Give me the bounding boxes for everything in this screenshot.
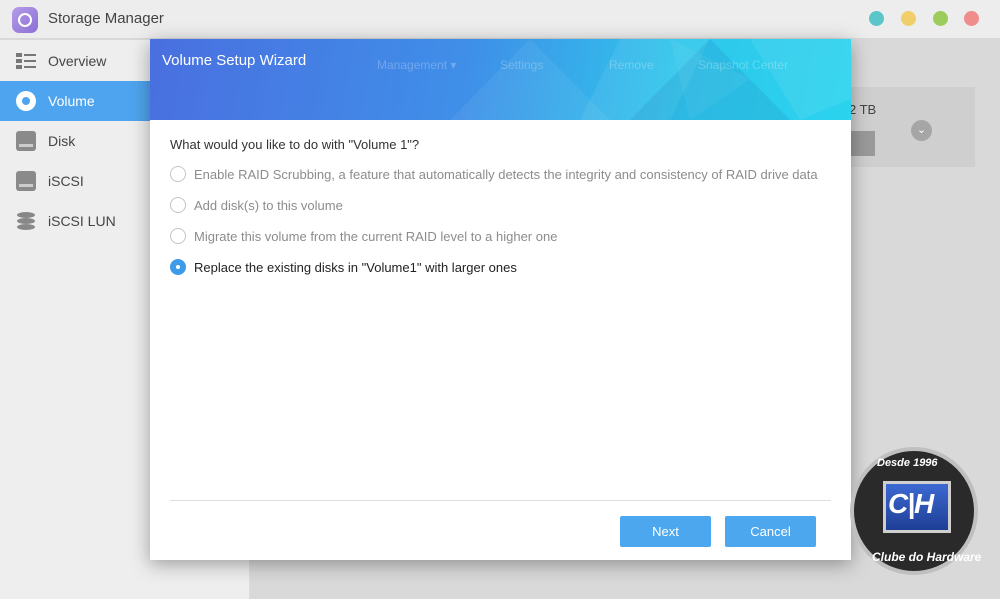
next-button[interactable]: Next bbox=[620, 516, 711, 547]
dialog-divider bbox=[170, 500, 831, 501]
dialog-title: Volume Setup Wizard bbox=[162, 52, 307, 69]
option-label: Enable RAID Scrubbing, a feature that au… bbox=[194, 166, 818, 182]
option-add-disks[interactable]: Add disk(s) to this volume bbox=[170, 195, 343, 215]
radio-button-selected[interactable] bbox=[170, 259, 186, 275]
watermark-bottom-text: Clube do Hardware bbox=[872, 550, 982, 564]
window-button-minimize[interactable] bbox=[901, 11, 916, 26]
window-button-maximize[interactable] bbox=[933, 11, 948, 26]
watermark-top-text: Desde 1996 bbox=[877, 457, 938, 469]
chevron-down-icon[interactable]: ⌄ bbox=[911, 120, 932, 141]
app-title: Storage Manager bbox=[48, 10, 164, 27]
volume-usage-bar bbox=[850, 131, 875, 156]
sidebar-item-label: Volume bbox=[48, 93, 95, 109]
volume-capacity: 2 TB bbox=[849, 102, 877, 117]
ghost-toolbar-item: Settings bbox=[500, 58, 544, 72]
option-migrate-raid[interactable]: Migrate this volume from the current RAI… bbox=[170, 226, 557, 246]
iscsi-icon bbox=[16, 171, 36, 191]
ghost-toolbar-item: Management ▾ bbox=[377, 58, 457, 72]
option-label: Add disk(s) to this volume bbox=[194, 197, 343, 213]
radio-button[interactable] bbox=[170, 197, 186, 213]
option-replace-disks[interactable]: Replace the existing disks in "Volume1" … bbox=[170, 257, 517, 277]
window-button-teal[interactable] bbox=[869, 11, 884, 26]
option-raid-scrubbing[interactable]: Enable RAID Scrubbing, a feature that au… bbox=[170, 164, 818, 184]
option-label: Migrate this volume from the current RAI… bbox=[194, 228, 558, 244]
overview-icon bbox=[16, 51, 36, 71]
storage-manager-app-icon bbox=[12, 7, 38, 33]
sidebar-item-label: Disk bbox=[48, 133, 76, 149]
watermark-logo-text: C|H bbox=[888, 488, 934, 519]
volume-setup-wizard-dialog: Management ▾ Settings Remove Snapshot Ce… bbox=[150, 39, 851, 560]
sidebar-item-label: iSCSI bbox=[48, 173, 84, 189]
window-button-close[interactable] bbox=[964, 11, 979, 26]
ghost-toolbar-item: Snapshot Center bbox=[698, 58, 789, 72]
iscsi-lun-icon bbox=[16, 211, 36, 231]
wizard-question: What would you like to do with "Volume 1… bbox=[170, 137, 420, 152]
title-bar: Storage Manager bbox=[0, 0, 1000, 39]
sidebar-item-label: iSCSI LUN bbox=[48, 213, 116, 229]
radio-button[interactable] bbox=[170, 228, 186, 244]
sidebar-item-label: Overview bbox=[48, 53, 107, 69]
radio-button[interactable] bbox=[170, 166, 186, 182]
ghost-toolbar-item: Remove bbox=[609, 58, 654, 72]
volume-icon bbox=[16, 91, 36, 111]
dialog-header: Management ▾ Settings Remove Snapshot Ce… bbox=[150, 39, 851, 120]
option-label: Replace the existing disks in "Volume1" … bbox=[194, 259, 517, 275]
cancel-button[interactable]: Cancel bbox=[725, 516, 816, 547]
disk-icon bbox=[16, 131, 36, 151]
